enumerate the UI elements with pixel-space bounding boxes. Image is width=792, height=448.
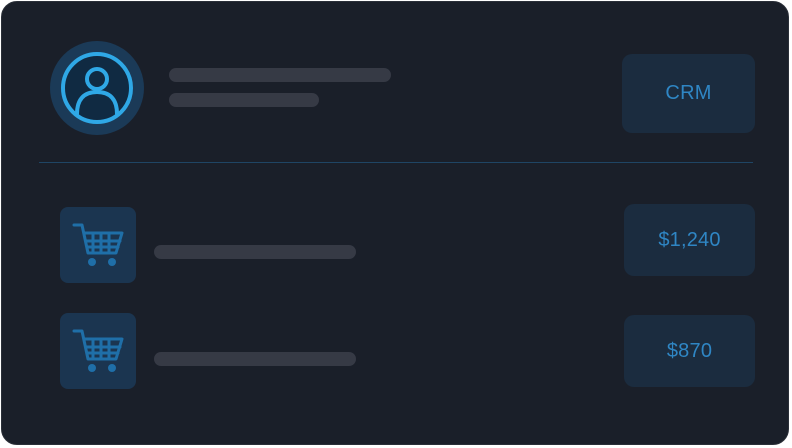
subtitle-placeholder	[169, 93, 319, 107]
user-avatar-icon	[61, 52, 133, 124]
amount-badge: $1,240	[624, 204, 755, 276]
shopping-cart-icon	[72, 223, 124, 266]
avatar	[50, 41, 144, 135]
list-item-icon-tile	[60, 313, 136, 389]
amount-badge: $870	[624, 315, 755, 387]
list-item-icon-tile	[60, 207, 136, 283]
amount-label: $1,240	[658, 228, 721, 251]
name-placeholder	[169, 68, 391, 82]
list-item-placeholder	[154, 245, 356, 259]
crm-badge-label: CRM	[665, 82, 712, 104]
shopping-cart-icon	[72, 329, 124, 372]
crm-card: CRM $1,240 $870	[1, 1, 789, 445]
amount-label: $870	[666, 339, 713, 362]
list-item-placeholder	[154, 352, 356, 366]
crm-badge: CRM	[622, 54, 755, 133]
divider	[39, 162, 753, 163]
